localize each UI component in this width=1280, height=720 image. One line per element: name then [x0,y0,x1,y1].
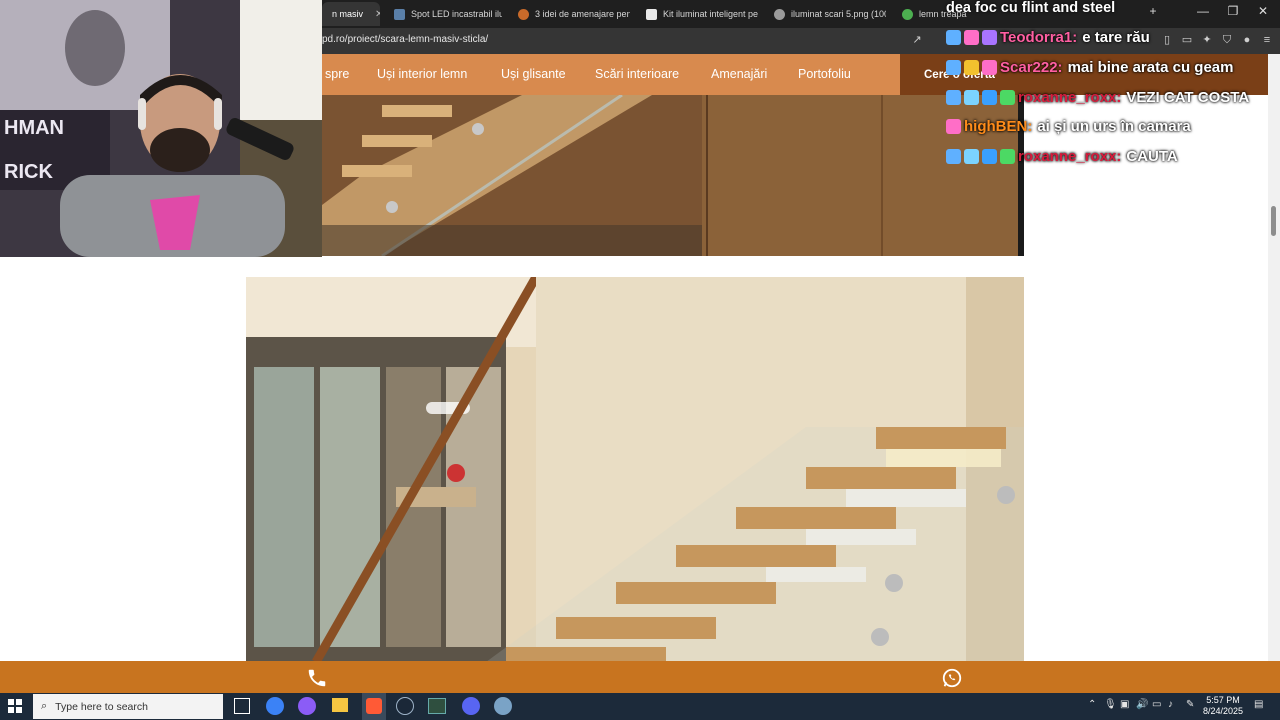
crown-badge-icon [964,60,979,75]
stair-photo-top-illustration [322,95,1024,256]
close-icon[interactable]: ✕ [375,9,380,20]
contact-bar [0,661,1280,693]
clock-time: 5:57 PM [1206,695,1240,705]
chat-username: Teodorra1: [1000,29,1078,46]
windows-start-icon[interactable] [8,699,22,713]
bot-badge-icon [982,30,997,45]
tab-label: Kit iluminat inteligent pen [663,9,758,19]
xbox-app-icon[interactable] [428,698,446,714]
discord-icon[interactable] [462,697,480,715]
sword-badge-icon [946,30,961,45]
url-field[interactable]: pd.ro/proiect/scara-lemn-masiv-sticla/ [322,34,488,45]
google-icon [902,8,913,20]
sword-badge-icon [946,60,961,75]
stair-photo-main-illustration [246,277,1024,662]
tab-spot-led[interactable]: Spot LED incastrabil ilumi [384,2,502,26]
system-clock[interactable]: 5:57 PM 8/24/2025 [1200,695,1246,717]
windows-taskbar: ⌕ Type here to search ⌃ 🎙 ▣ 🔊 ▭ ♪ ✎ 5:57… [0,693,1280,720]
microphone-icon[interactable]: 🎙 [1104,699,1117,710]
whatsapp-icon[interactable] [941,667,963,689]
bot-badge-icon [964,149,979,164]
share-icon[interactable]: ↗ [910,33,924,47]
chat-message: highBEN: ai și un urs în camara [946,118,1191,135]
tab-3-idei[interactable]: 3 idei de amenajare pentr [508,2,630,26]
chat-username: roxanne_roxx: [1018,148,1122,165]
webcam-illustration: HMAN RICK [0,0,322,257]
brave-icon [366,698,382,714]
notification-icon[interactable]: ▤ [1254,699,1263,710]
tab-label: 3 idei de amenajare pentr [535,9,630,19]
chat-username: highBEN: [964,118,1033,135]
chat-message: Teodorra1: e tare rău [946,29,1150,46]
tab-kit-iluminat[interactable]: Kit iluminat inteligent pen [636,2,758,26]
chat-text: VEZI CAT COSTA [1126,89,1250,106]
bot-badge-icon [964,90,979,105]
nav-item-portofoliu[interactable]: Portofoliu [798,67,851,81]
stair-photo-top [322,95,1024,256]
file-explorer-icon[interactable] [332,698,348,712]
stair-photo-main [246,277,1024,662]
network-icon[interactable]: ▣ [1120,699,1129,710]
app-icon[interactable] [494,697,512,715]
globe-icon [774,8,785,20]
chat-text: mai bine arata cu geam [1067,59,1234,76]
edge-icon[interactable] [266,697,284,715]
chat-text: e tare rău [1082,29,1150,46]
webcam-overlay: HMAN RICK [0,0,322,257]
tab-active[interactable]: n masiv ✕ [322,2,380,26]
steam-icon[interactable] [396,697,414,715]
scroll-thumb[interactable] [1271,206,1276,236]
favicon-icon [518,8,529,20]
phone-icon[interactable] [306,667,328,689]
bot-badge-icon [946,119,961,134]
nav-item-despre[interactable]: spre [325,67,349,81]
sword-badge-icon [946,149,961,164]
taskbar-search[interactable]: ⌕ Type here to search [33,694,223,719]
copilot-icon[interactable] [298,697,316,715]
volume-icon[interactable]: 🔊 [1136,699,1148,710]
chat-username: roxanne_roxx: [1018,89,1122,106]
nav-item-amenajari[interactable]: Amenajări [711,67,767,81]
search-icon: ⌕ [41,700,48,712]
search-placeholder: Type here to search [55,700,148,713]
tab-label: n masiv [332,9,364,19]
display-icon[interactable]: ▭ [1152,699,1161,710]
nav-item-usi-interior[interactable]: Uși interior lemn [377,67,467,81]
chat-message: roxanne_roxx: VEZI CAT COSTA [946,89,1249,106]
browser-app-active[interactable] [362,693,386,720]
bot-badge-icon [982,60,997,75]
nav-item-usi-glisante[interactable]: Uși glisante [501,67,566,81]
cube-badge-icon [982,90,997,105]
poster-text: HMAN [4,117,64,139]
cube-badge-icon [982,149,997,164]
gem-badge-icon [1000,149,1015,164]
bot-badge-icon [964,30,979,45]
chat-username: Scar222: [1000,59,1063,76]
sword-badge-icon [946,90,961,105]
task-view-icon[interactable] [234,698,250,714]
tab-label: Spot LED incastrabil ilumi [411,9,502,19]
tab-iluminat-scari[interactable]: iluminat scari 5.png (1000 [764,2,886,26]
chat-message: Scar222: mai bine arata cu geam [946,59,1233,76]
gem-badge-icon [1000,90,1015,105]
chat-text: ai și un urs în camara [1037,118,1191,135]
pen-icon[interactable]: ✎ [1186,699,1194,710]
poster-text: RICK [4,161,53,183]
speaker-icon[interactable]: ♪ [1168,699,1173,710]
tab-label: iluminat scari 5.png (1000 [791,9,886,19]
chat-text: CAUTA [1126,148,1178,165]
favicon-icon [646,8,657,20]
clock-date: 8/24/2025 [1202,706,1244,716]
stream-chat: Teodorra1: e tare rău Scar222: mai bine … [946,0,1280,175]
chat-message: roxanne_roxx: CAUTA [946,148,1178,165]
chevron-up-icon[interactable]: ⌃ [1088,699,1096,710]
favicon-icon [394,8,405,20]
nav-item-scari[interactable]: Scări interioare [595,67,679,81]
page-scrollbar[interactable] [1268,54,1280,661]
